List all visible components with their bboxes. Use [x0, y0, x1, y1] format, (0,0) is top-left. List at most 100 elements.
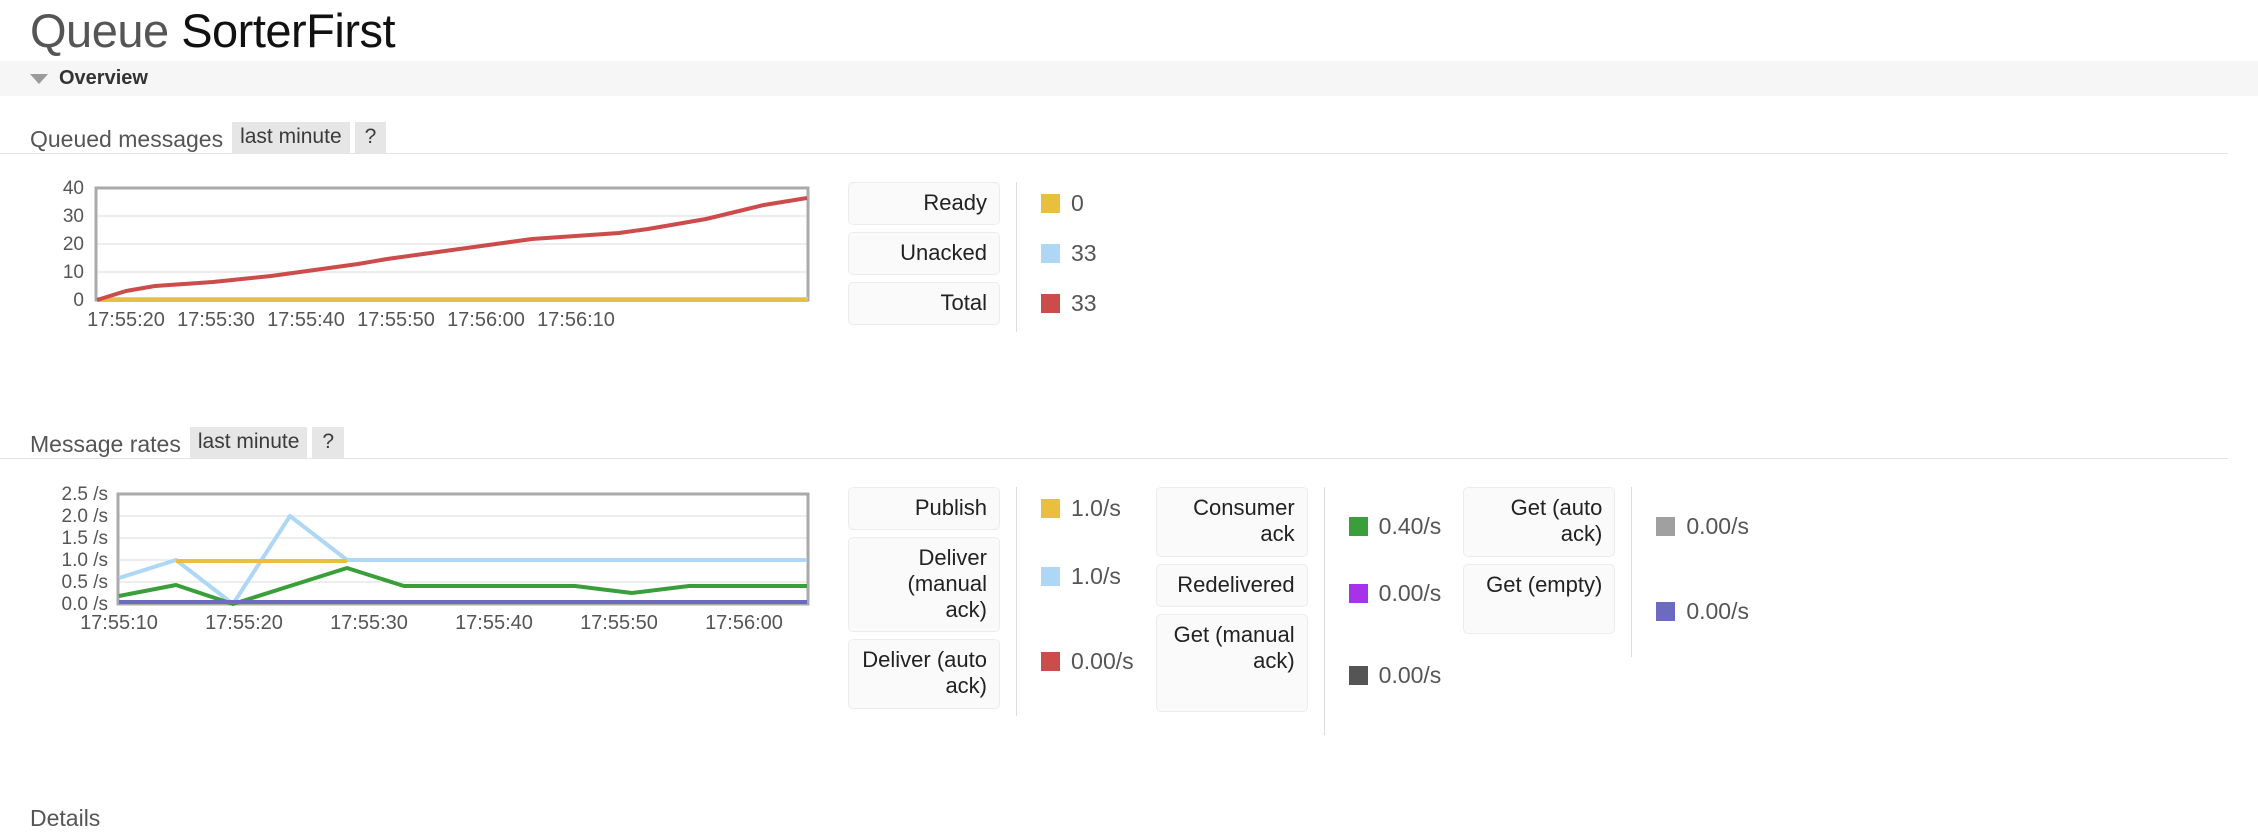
- legend-value-get-empty-text: 0.00/s: [1686, 597, 1749, 624]
- xtick-1: 17:55:30: [177, 309, 255, 331]
- legend-group-rates-2: Consumer ack Redelivered Get (manual ack…: [1155, 487, 1442, 736]
- xtick-2: 17:55:40: [267, 309, 345, 331]
- legend-values-rates-2: 0.40/s 0.00/s 0.00/s: [1348, 487, 1442, 735]
- xtick-r4: 17:55:50: [580, 612, 658, 634]
- legend-divider: [1016, 182, 1017, 333]
- queued-messages-help-button[interactable]: ?: [354, 122, 387, 154]
- legend-value-publish-text: 1.0/s: [1071, 495, 1121, 522]
- ytick-30: 30: [63, 206, 84, 227]
- legend-divider-rates-3: [1631, 487, 1633, 658]
- legend-item-get-auto[interactable]: Get (auto ack): [1463, 487, 1616, 558]
- legend-value-get-auto: 0.00/s: [1656, 487, 1749, 565]
- queued-messages-svg: 40 30 20 10 0 17:55:20 17:55:30 17:55:40…: [63, 178, 810, 331]
- swatch-get-auto-icon: [1656, 516, 1676, 536]
- swatch-ready-icon: [1041, 194, 1060, 214]
- legend-item-ready[interactable]: Ready: [848, 182, 1000, 226]
- xtick-r3: 17:55:40: [455, 612, 533, 634]
- message-rates-svg: 2.5 /s 2.0 /s 1.5 /s 1.0 /s 0.5 /s 0.0 /…: [62, 484, 810, 634]
- legend-value-get-manual: 0.00/s: [1348, 622, 1441, 728]
- queued-messages-subheader: Queued messages last minute ?: [0, 118, 2228, 155]
- legend-value-publish: 1.0/s: [1041, 487, 1134, 530]
- legend-value-deliver-auto: 0.00/s: [1041, 622, 1134, 700]
- page-title: Queue SorterFirst: [0, 0, 2258, 55]
- legend-values-rates-1: 1.0/s 1.0/s 0.00/s: [1041, 487, 1134, 716]
- page-title-queue-name: SorterFirst: [181, 4, 396, 57]
- legend-item-get-empty[interactable]: Get (empty): [1463, 564, 1616, 635]
- queued-messages-block: Queued messages last minute ? 40 30 20 1…: [0, 118, 2258, 383]
- legend-value-unacked: 33: [1041, 232, 1097, 275]
- legend-value-get-auto-text: 0.00/s: [1686, 512, 1749, 539]
- legend-value-redelivered-text: 0.00/s: [1378, 580, 1442, 607]
- ytick-40: 40: [63, 178, 84, 199]
- queued-messages-period-button[interactable]: last minute: [232, 122, 350, 154]
- ytick-2-5: 2.5 /s: [62, 484, 108, 505]
- legend-labels-rates-3: Get (auto ack) Get (empty): [1463, 487, 1616, 657]
- queued-messages-chart: 40 30 20 10 0 17:55:20 17:55:30 17:55:40…: [30, 178, 830, 383]
- legend-item-total[interactable]: Total: [848, 282, 1000, 326]
- message-rates-chart: 2.5 /s 2.0 /s 1.5 /s 1.0 /s 0.5 /s 0.0 /…: [30, 483, 830, 678]
- swatch-deliver-auto-icon: [1041, 651, 1060, 671]
- xtick-r5: 17:56:00: [705, 612, 783, 634]
- page-title-prefix: Queue: [30, 4, 169, 57]
- swatch-consumer-ack-icon: [1348, 516, 1368, 536]
- legend-divider-rates-2: [1323, 487, 1325, 736]
- message-rates-period-button[interactable]: last minute: [189, 427, 308, 459]
- xtick-r0: 17:55:10: [80, 612, 158, 634]
- legend-value-deliver-manual-text: 1.0/s: [1071, 562, 1121, 589]
- xtick-3: 17:55:50: [357, 309, 435, 331]
- swatch-get-empty-icon: [1656, 601, 1676, 621]
- chevron-down-icon[interactable]: [30, 73, 48, 84]
- ytick-0-5: 0.5 /s: [62, 572, 108, 593]
- legend-group-rates-3: Get (auto ack) Get (empty) 0.00/s 0.00/s: [1463, 487, 1749, 658]
- message-rates-subheader: Message rates last minute ?: [0, 423, 2228, 460]
- legend-value-unacked-text: 33: [1071, 240, 1097, 267]
- legend-item-unacked[interactable]: Unacked: [848, 232, 1000, 276]
- legend-item-publish[interactable]: Publish: [848, 487, 1000, 531]
- ytick-20: 20: [63, 234, 84, 255]
- xtick-0: 17:55:20: [87, 309, 165, 331]
- ytick-2-0: 2.0 /s: [62, 506, 108, 527]
- xtick-r1: 17:55:20: [205, 612, 283, 634]
- xtick-r2: 17:55:30: [330, 612, 408, 634]
- legend-value-ready: 0: [1041, 182, 1097, 225]
- legend-item-deliver-manual[interactable]: Deliver (manual ack): [848, 537, 1000, 633]
- legend-value-deliver-manual: 1.0/s: [1041, 537, 1134, 615]
- message-rates-chart-row: 2.5 /s 2.0 /s 1.5 /s 1.0 /s 0.5 /s 0.0 /…: [30, 483, 2258, 736]
- xtick-5: 17:56:10: [537, 309, 615, 331]
- swatch-deliver-manual-icon: [1041, 566, 1060, 586]
- ytick-0: 0: [73, 290, 84, 311]
- legend-item-get-manual[interactable]: Get (manual ack): [1155, 614, 1308, 713]
- message-rates-title: Message rates: [30, 431, 181, 458]
- legend-value-get-empty: 0.00/s: [1656, 572, 1749, 650]
- overview-section-label: Overview: [59, 67, 148, 90]
- swatch-redelivered-icon: [1348, 584, 1368, 604]
- legend-labels-rates-1: Publish Deliver (manual ack) Deliver (au…: [848, 487, 1000, 716]
- legend-item-redelivered[interactable]: Redelivered: [1155, 564, 1308, 608]
- legend-item-deliver-auto[interactable]: Deliver (auto ack): [848, 639, 1000, 710]
- swatch-unacked-icon: [1041, 244, 1060, 264]
- ytick-1-0: 1.0 /s: [62, 550, 108, 571]
- legend-labels-rates-2: Consumer ack Redelivered Get (manual ack…: [1155, 487, 1308, 735]
- legend-value-consumer-ack: 0.40/s: [1348, 487, 1442, 565]
- queue-detail-page: Queue SorterFirst Overview Queued messag…: [0, 0, 2258, 840]
- legend-divider-rates-1: [1016, 487, 1017, 717]
- queued-messages-chart-row: 40 30 20 10 0 17:55:20 17:55:30 17:55:40…: [30, 178, 2258, 383]
- legend-values-queued: 0 33 33: [1041, 182, 1097, 332]
- legend-value-consumer-ack-text: 0.40/s: [1378, 512, 1442, 539]
- swatch-total-icon: [1041, 294, 1060, 314]
- ytick-1-5: 1.5 /s: [62, 528, 108, 549]
- legend-item-consumer-ack[interactable]: Consumer ack: [1155, 487, 1308, 558]
- legend-value-total: 33: [1041, 282, 1097, 325]
- ytick-10: 10: [63, 262, 84, 283]
- legend-value-redelivered: 0.00/s: [1348, 572, 1442, 615]
- message-rates-block: Message rates last minute ? 2.5 /s 2.0 /…: [0, 423, 2258, 736]
- legend-group-queued: Ready Unacked Total 0 33 33: [848, 182, 1097, 333]
- message-rates-legend: Publish Deliver (manual ack) Deliver (au…: [848, 487, 1749, 736]
- xtick-4: 17:56:00: [447, 309, 525, 331]
- legend-value-total-text: 33: [1071, 290, 1097, 317]
- overview-section-header[interactable]: Overview: [0, 61, 2258, 97]
- series-total: [96, 196, 808, 303]
- message-rates-help-button[interactable]: ?: [312, 427, 345, 459]
- legend-group-rates-1: Publish Deliver (manual ack) Deliver (au…: [848, 487, 1134, 717]
- legend-values-rates-3: 0.00/s 0.00/s: [1656, 487, 1749, 657]
